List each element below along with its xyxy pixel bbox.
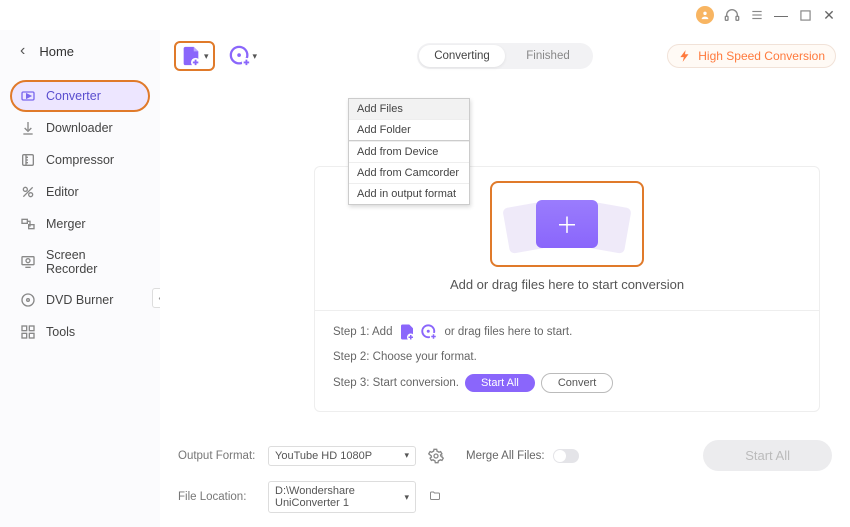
main-panel: ▾ ▾ Converting Finished High Speed Conve… [160, 30, 850, 527]
drop-hero[interactable]: ＋ [490, 181, 644, 267]
maximize-button[interactable] [798, 8, 812, 22]
screen-recorder-icon [20, 254, 36, 270]
support-icon[interactable] [724, 7, 740, 23]
sidebar-item-label: Downloader [46, 121, 113, 135]
add-dvd-button[interactable]: ▾ [229, 45, 258, 67]
editor-icon [20, 184, 36, 200]
lightning-icon [678, 49, 692, 63]
chevron-down-icon: ▾ [404, 450, 409, 461]
chevron-down-icon: ▾ [204, 51, 209, 62]
tools-icon [20, 324, 36, 340]
step-3-text: Step 3: Start conversion. [333, 377, 459, 389]
sidebar-item-label: DVD Burner [46, 293, 113, 307]
step-1: Step 1: Add or drag files here to start. [333, 323, 801, 341]
chevron-down-icon: ▾ [404, 492, 409, 503]
file-location-label: File Location: [178, 491, 256, 503]
home-button[interactable]: ‹ Home [0, 34, 160, 74]
sidebar-item-compressor[interactable]: Compressor [10, 144, 150, 176]
sidebar-item-label: Editor [46, 185, 79, 199]
status-tabs: Converting Finished [417, 43, 593, 69]
drop-instruction: Add or drag files here to start conversi… [333, 277, 801, 292]
sidebar-item-merger[interactable]: Merger [10, 208, 150, 240]
download-icon [20, 120, 36, 136]
menu-item-add-from-device[interactable]: Add from Device [349, 141, 469, 162]
sidebar-item-tools[interactable]: Tools [10, 316, 150, 348]
step-2: Step 2: Choose your format. [333, 351, 801, 363]
divider [315, 310, 819, 311]
steps: Step 1: Add or drag files here to start.… [333, 323, 801, 393]
high-speed-label: High Speed Conversion [698, 49, 825, 63]
sidebar-item-downloader[interactable]: Downloader [10, 112, 150, 144]
add-dvd-icon[interactable] [420, 323, 438, 341]
add-dvd-icon [229, 45, 251, 67]
file-location-select[interactable]: D:\Wondershare UniConverter 1 ▾ [268, 481, 416, 513]
sidebar: ‹ Home Converter Downloader Compressor [0, 30, 160, 527]
add-files-dropdown: Add Files Add Folder Add from Device Add… [348, 98, 470, 205]
sidebar-item-screen-recorder[interactable]: Screen Recorder [10, 240, 150, 284]
sidebar-item-editor[interactable]: Editor [10, 176, 150, 208]
back-icon: ‹ [20, 42, 25, 60]
sidebar-item-label: Compressor [46, 153, 114, 167]
add-files-button[interactable]: ▾ [174, 41, 215, 71]
close-button[interactable]: ✕ [822, 8, 836, 22]
dvd-icon [20, 292, 36, 308]
open-folder-icon[interactable] [428, 490, 442, 505]
format-settings-icon[interactable] [428, 448, 444, 464]
compressor-icon [20, 152, 36, 168]
start-all-button[interactable]: Start All [703, 440, 832, 471]
tab-converting[interactable]: Converting [419, 45, 505, 67]
nav: Converter Downloader Compressor Editor M… [0, 74, 160, 354]
step-1-post: or drag files here to start. [444, 326, 572, 338]
output-format-value: YouTube HD 1080P [275, 450, 372, 462]
convert-pill[interactable]: Convert [541, 373, 614, 393]
toolbar: ▾ ▾ Converting Finished High Speed Conve… [174, 36, 836, 76]
sidebar-item-label: Screen Recorder [46, 248, 140, 276]
chevron-down-icon: ▾ [253, 51, 258, 62]
step-1-pre: Step 1: Add [333, 326, 392, 338]
hamburger-icon[interactable] [750, 8, 764, 22]
output-format-label: Output Format: [178, 450, 256, 462]
menu-item-add-folder[interactable]: Add Folder [349, 119, 469, 140]
step-3: Step 3: Start conversion. Start All Conv… [333, 373, 801, 393]
sidebar-item-label: Merger [46, 217, 86, 231]
file-location-value: D:\Wondershare UniConverter 1 [275, 485, 404, 509]
merger-icon [20, 216, 36, 232]
merge-all-label: Merge All Files: [466, 450, 545, 462]
sidebar-item-converter[interactable]: Converter [10, 80, 150, 112]
merge-all-toggle[interactable] [553, 449, 579, 463]
minimize-button[interactable]: — [774, 8, 788, 22]
menu-item-add-files[interactable]: Add Files [349, 99, 469, 119]
app-window: — ✕ ‹ Home Converter Downloader [0, 0, 850, 527]
output-format-select[interactable]: YouTube HD 1080P ▾ [268, 446, 416, 466]
menu-item-add-in-output-format[interactable]: Add in output format [349, 183, 469, 204]
add-file-icon [180, 45, 202, 67]
add-file-icon[interactable] [398, 323, 416, 341]
home-label: Home [39, 44, 74, 59]
tab-finished[interactable]: Finished [505, 45, 591, 67]
menu-item-add-from-camcorder[interactable]: Add from Camcorder [349, 162, 469, 183]
footer: Output Format: YouTube HD 1080P ▾ Merge … [174, 428, 836, 517]
titlebar: — ✕ [0, 0, 850, 30]
sidebar-item-label: Converter [46, 89, 101, 103]
folder-add-icon: ＋ [536, 200, 598, 248]
sidebar-item-label: Tools [46, 325, 75, 339]
converter-icon [20, 88, 36, 104]
high-speed-conversion-button[interactable]: High Speed Conversion [667, 44, 836, 68]
user-avatar-icon[interactable] [696, 6, 714, 24]
start-all-pill[interactable]: Start All [465, 374, 535, 392]
sidebar-item-dvd-burner[interactable]: DVD Burner [10, 284, 150, 316]
